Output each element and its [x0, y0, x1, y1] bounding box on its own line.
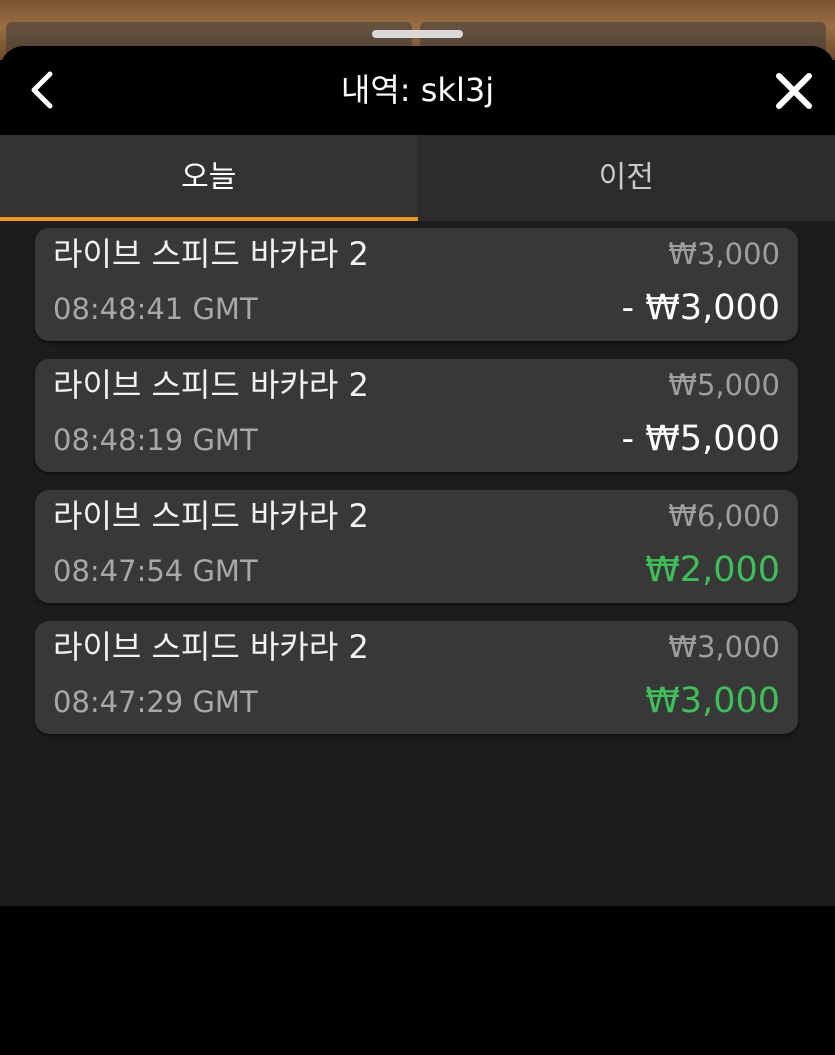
tab-today[interactable]: 오늘: [0, 135, 418, 221]
history-row[interactable]: 라이브 스피드 바카라 2 08:48:41 GMT ₩3,000 - ₩3,000: [35, 228, 798, 341]
history-row[interactable]: 라이브 스피드 바카라 2 08:48:19 GMT ₩5,000 - ₩5,000: [35, 359, 798, 472]
tab-previous[interactable]: 이전: [417, 135, 835, 221]
game-name: 라이브 스피드 바카라 2: [53, 366, 369, 404]
sheet-grabber-handle[interactable]: [372, 30, 463, 38]
bet-amount: ₩3,000: [668, 237, 780, 271]
bet-amount: ₩5,000: [668, 368, 780, 402]
period-tabs: 오늘 이전: [0, 135, 835, 221]
back-button[interactable]: [20, 68, 64, 112]
result-amount: - ₩3,000: [621, 288, 780, 328]
history-row[interactable]: 라이브 스피드 바카라 2 08:47:29 GMT ₩3,000 ₩3,000: [35, 621, 798, 734]
game-name: 라이브 스피드 바카라 2: [53, 497, 369, 535]
sheet-header: 내역: skl3j: [0, 46, 835, 135]
close-button[interactable]: [771, 68, 817, 114]
round-time: 08:47:54 GMT: [53, 554, 258, 588]
round-time: 08:47:29 GMT: [53, 685, 258, 719]
result-amount: - ₩5,000: [621, 419, 780, 459]
bet-amount: ₩6,000: [668, 499, 780, 533]
result-amount: ₩3,000: [645, 681, 780, 721]
history-list: 라이브 스피드 바카라 2 08:48:41 GMT ₩3,000- ₩3,000 라…: [35, 228, 798, 752]
bet-amount: ₩3,000: [668, 630, 780, 664]
game-name: 라이브 스피드 바카라 2: [53, 235, 369, 273]
history-row[interactable]: 라이브 스피드 바카라 2 08:47:54 GMT ₩6,000 ₩2,000: [35, 490, 798, 603]
game-name: 라이브 스피드 바카라 2: [53, 628, 369, 666]
page-title: 내역: skl3j: [340, 71, 495, 109]
result-amount: ₩2,000: [645, 550, 780, 590]
round-time: 08:48:41 GMT: [53, 292, 258, 326]
close-icon: [776, 73, 812, 109]
chevron-left-icon: [31, 71, 53, 109]
round-time: 08:48:19 GMT: [53, 423, 258, 457]
